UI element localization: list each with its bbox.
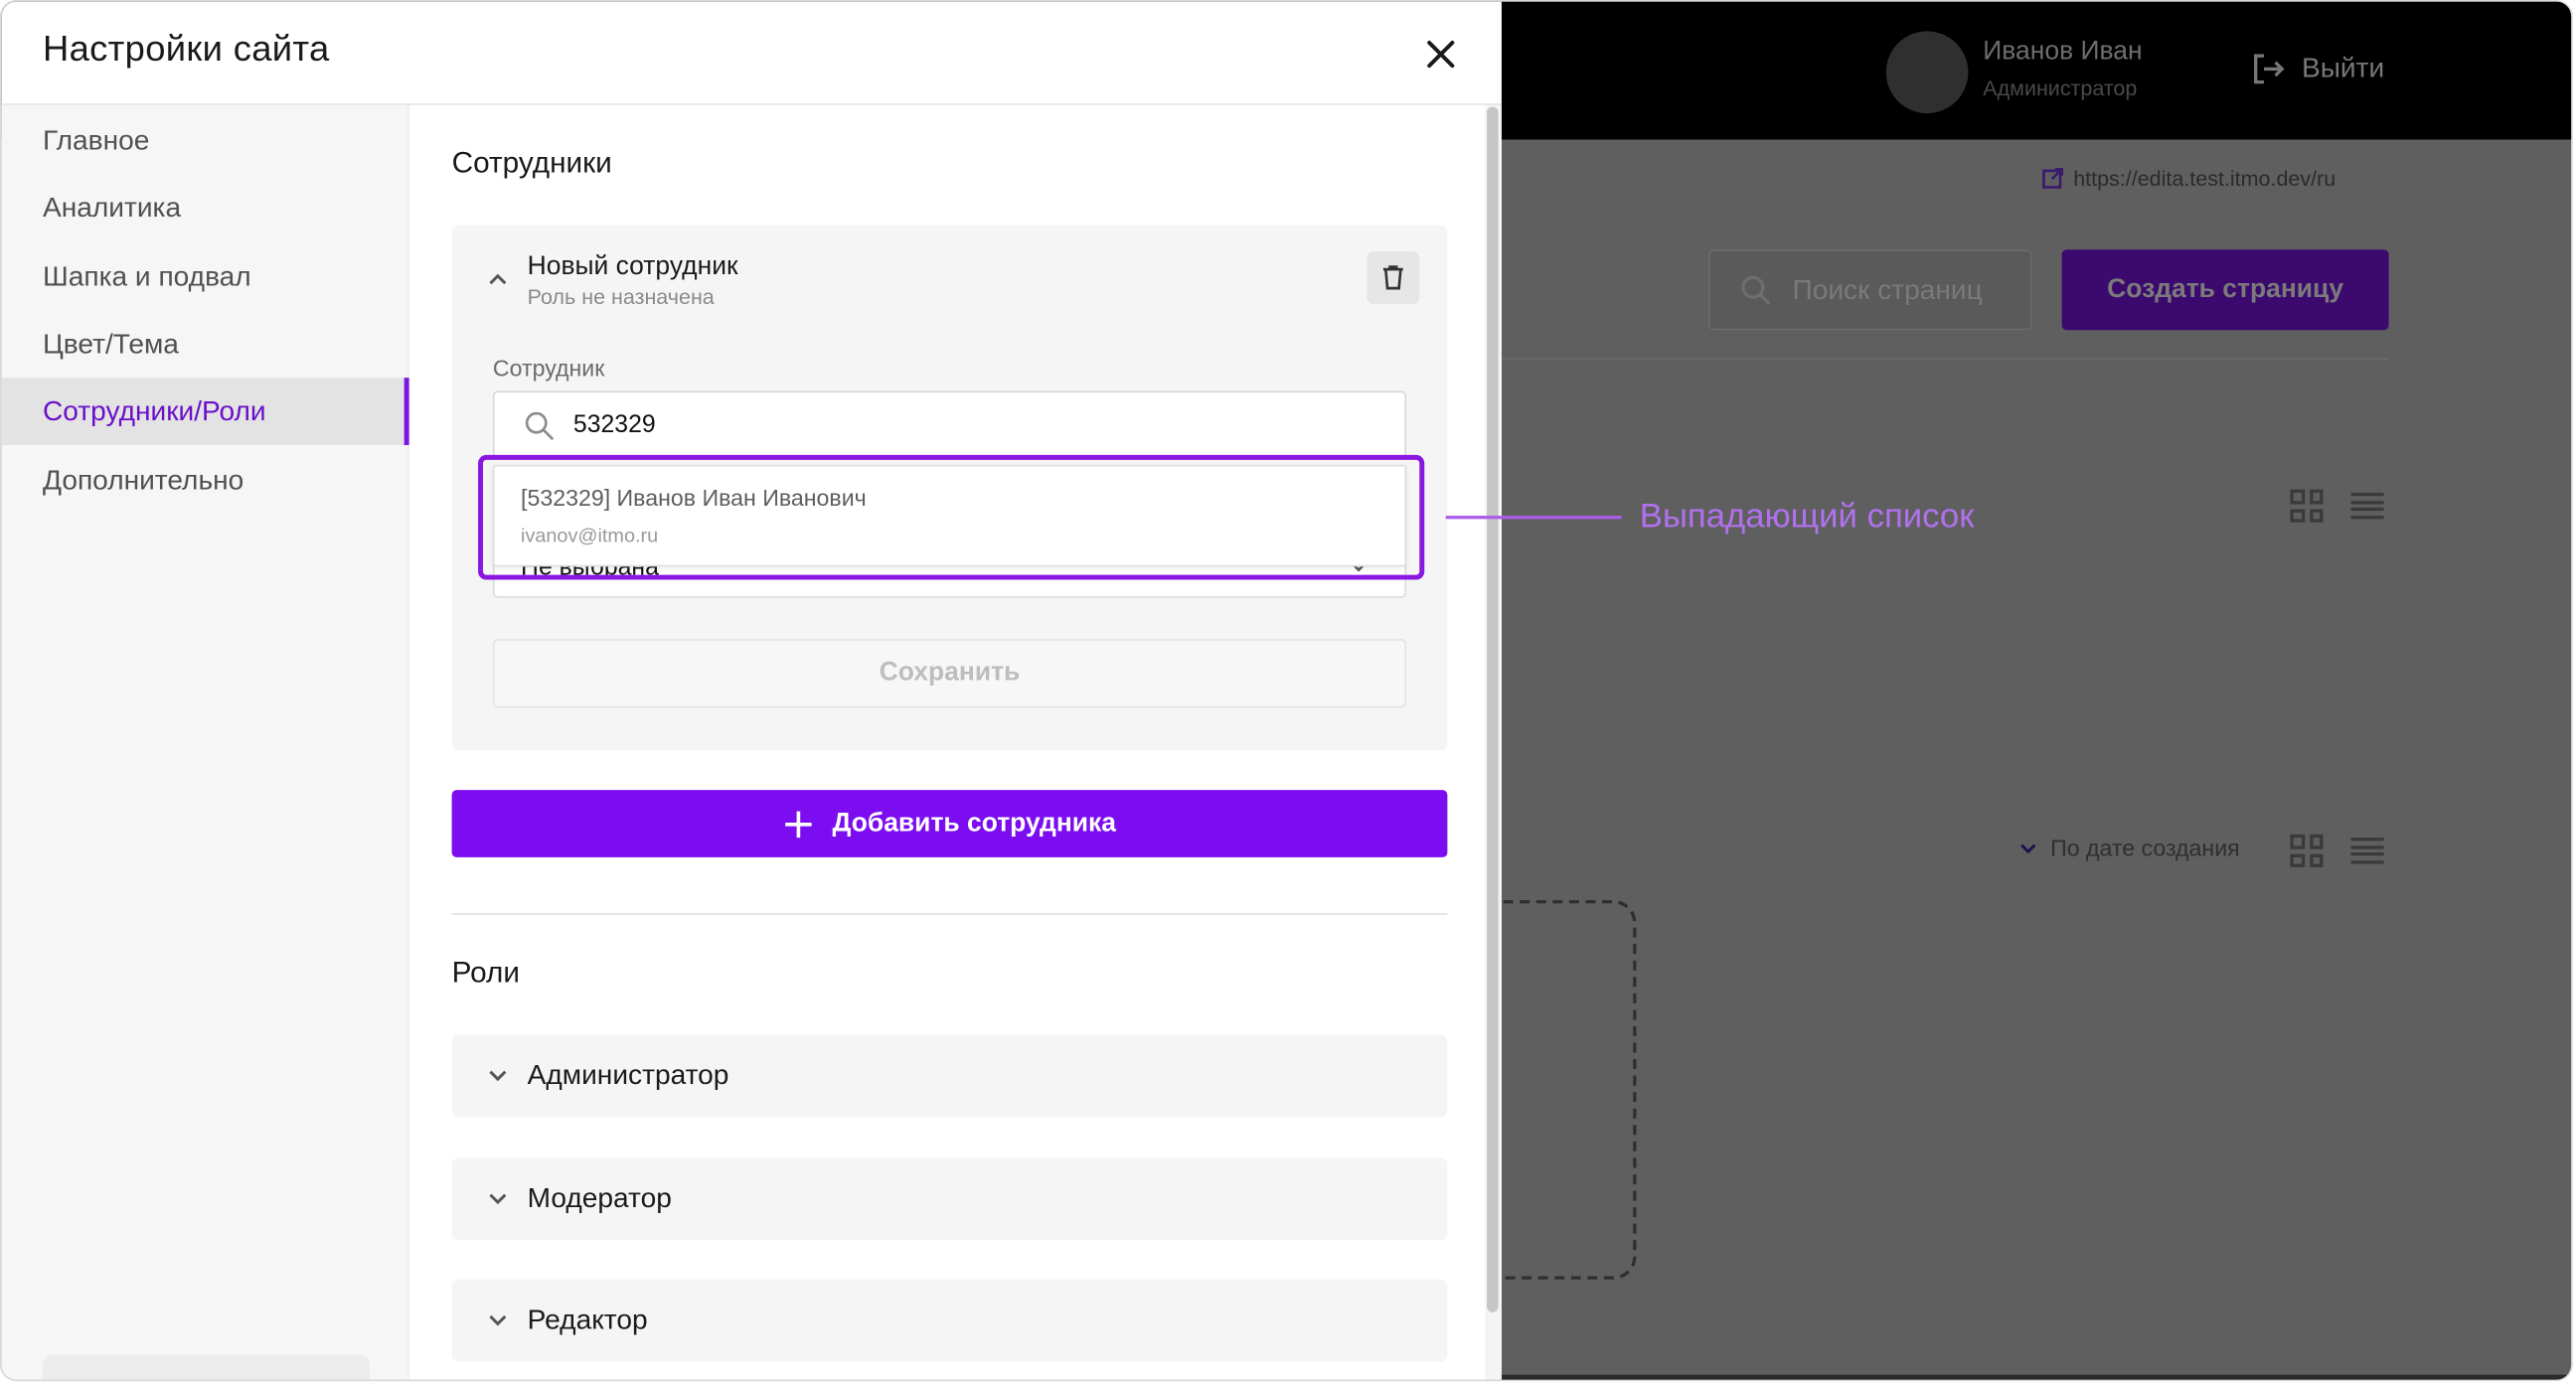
external-link-icon (2042, 167, 2063, 189)
logout-label: Выйти (2301, 52, 2385, 84)
trash-icon (1382, 265, 1403, 290)
save-button[interactable]: Сохранить (492, 639, 1407, 708)
search-icon (1741, 274, 1771, 305)
modal-header: Настройки сайта (1, 2, 1502, 105)
dropdown-highlight-box (478, 454, 1425, 580)
divider (1500, 358, 2389, 361)
sidebar-item-additional[interactable]: Дополнительно (2, 447, 409, 515)
create-page-button[interactable]: Создать страницу (2061, 249, 2389, 331)
sidebar-item-color-theme[interactable]: Цвет/Тема (2, 310, 409, 378)
employee-role-status: Роль не назначена (527, 283, 715, 309)
logout-icon (2254, 54, 2285, 84)
role-item-moderator[interactable]: Модератор (451, 1157, 1448, 1241)
avatar[interactable] (1885, 31, 1969, 114)
chevron-down-icon (489, 1314, 507, 1326)
settings-modal: Настройки сайта Главное Аналитика Шапка … (1, 1, 1502, 1380)
list-view-icon[interactable] (2350, 838, 2384, 864)
sidebar-item-header-footer[interactable]: Шапка и подвал (2, 243, 409, 311)
chevron-down-icon (489, 1070, 507, 1082)
employees-section-title: Сотрудники (451, 146, 612, 180)
role-label: Администратор (527, 1059, 729, 1091)
sidebar-item-analytics[interactable]: Аналитика (2, 174, 409, 241)
sidebar-item-main[interactable]: Главное (2, 106, 409, 174)
employee-field-label: Сотрудник (492, 355, 605, 382)
search-icon (525, 411, 555, 441)
bottom-bar (1500, 1374, 2572, 1380)
add-employee-label: Добавить сотрудника (832, 809, 1116, 838)
roles-section-title: Роли (451, 956, 521, 990)
chevron-down-icon (2020, 843, 2036, 853)
employee-search-input[interactable]: 532329 (492, 390, 1407, 459)
grid-view-icon[interactable] (2290, 834, 2324, 867)
settings-sidebar: Главное Аналитика Шапка и подвал Цвет/Те… (1, 104, 409, 1380)
list-view-icon[interactable] (2350, 492, 2384, 520)
user-role: Администратор (1983, 76, 2138, 100)
search-placeholder: Поиск страниц (1792, 273, 1983, 305)
logout-button[interactable]: Выйти (2249, 51, 2384, 86)
modal-title: Настройки сайта (42, 28, 330, 70)
user-name: Иванов Иван (1983, 38, 2143, 67)
add-employee-button[interactable]: Добавить сотрудника (451, 790, 1448, 857)
plus-icon (784, 810, 812, 838)
app-frame: Иванов Иван Администратор Выйти https://… (0, 0, 2573, 1382)
callout-label: Выпадающий список (1639, 497, 1975, 536)
sidebar-item-employees-roles[interactable]: Сотрудники/Роли (1, 378, 409, 445)
sort-label: По дате создания (2050, 834, 2240, 861)
site-link-label: https://edita.test.itmo.dev/ru (2073, 165, 2336, 191)
section-divider (451, 913, 1448, 915)
delete-employee-button[interactable] (1367, 250, 1420, 304)
role-label: Редактор (527, 1304, 648, 1335)
grid-view-icon[interactable] (2290, 489, 2324, 523)
search-value: 532329 (572, 410, 656, 439)
scrollbar-thumb[interactable] (1487, 106, 1499, 1312)
role-label: Модератор (527, 1182, 672, 1214)
chevron-up-icon[interactable] (488, 269, 508, 289)
close-icon[interactable] (1421, 35, 1461, 75)
sort-dropdown[interactable]: По дате создания (2019, 835, 2240, 860)
employee-name: Новый сотрудник (527, 252, 738, 281)
callout-line (1445, 516, 1622, 520)
role-item-editor[interactable]: Редактор (451, 1279, 1448, 1362)
site-link[interactable]: https://edita.test.itmo.dev/ru (2042, 166, 2335, 191)
role-item-administrator[interactable]: Администратор (451, 1034, 1448, 1118)
sidebar-bottom-button[interactable] (42, 1354, 370, 1380)
chevron-down-icon (489, 1193, 507, 1205)
page-search-input[interactable]: Поиск страниц (1708, 249, 2032, 331)
